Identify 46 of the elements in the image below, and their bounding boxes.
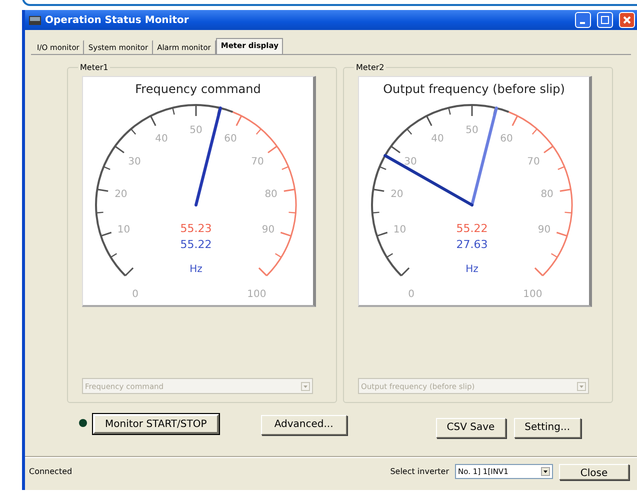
connection-status: Connected [29,467,72,476]
scale-label: 40 [155,133,168,144]
gauge-reading: 55.22 [456,222,488,235]
scale-label: 10 [393,224,406,236]
gauge-reading: 27.63 [456,238,488,251]
action-button[interactable]: Setting... [514,418,581,438]
maximize-button[interactable] [597,12,613,28]
scale-label: 20 [390,189,404,200]
gauge-title: Frequency command [135,82,261,96]
scale-label: 10 [117,224,130,236]
action-button[interactable]: Advanced... [260,414,347,434]
minimize-button[interactable] [575,12,591,28]
gauge-title: Output frequency (before slip) [383,82,565,96]
scale-label: 100 [523,289,542,300]
scale-label: 70 [527,156,540,168]
close-window-button[interactable] [619,12,635,28]
maximize-icon [601,16,609,24]
window-title: Operation Status Monitor [45,14,189,26]
scale-label: 80 [540,189,554,200]
close-icon [623,16,631,24]
group-label: Meter2 [355,63,386,72]
scale-label: 100 [247,289,266,300]
close-button[interactable]: Close [559,464,629,480]
action-button[interactable]: CSV Save [436,418,506,438]
scale-label: 30 [128,156,141,168]
scale-label: 90 [262,224,275,236]
scale-label: 90 [538,224,551,236]
action-button[interactable]: Monitor START/STOP [93,414,219,434]
gauge-reading: 55.22 [180,238,212,251]
scale-label: 0 [408,289,414,300]
scale-label: 60 [500,133,513,144]
unit-label: Hz [466,264,478,275]
scale-label: 80 [264,189,278,200]
scale-label: 60 [224,133,237,144]
inverter-label: Select inverter [390,467,449,476]
scale-label: 50 [190,125,202,136]
gauge-reading: 55.23 [180,222,212,235]
group-label: Meter1 [79,63,110,72]
scale-label: 20 [114,189,128,200]
scale-label: 50 [466,125,478,136]
scale-label: 30 [404,156,417,168]
app-icon [29,16,41,24]
scale-label: 0 [132,289,138,300]
scale-label: 40 [431,133,444,144]
unit-label: Hz [190,264,202,275]
scale-label: 70 [251,156,264,168]
